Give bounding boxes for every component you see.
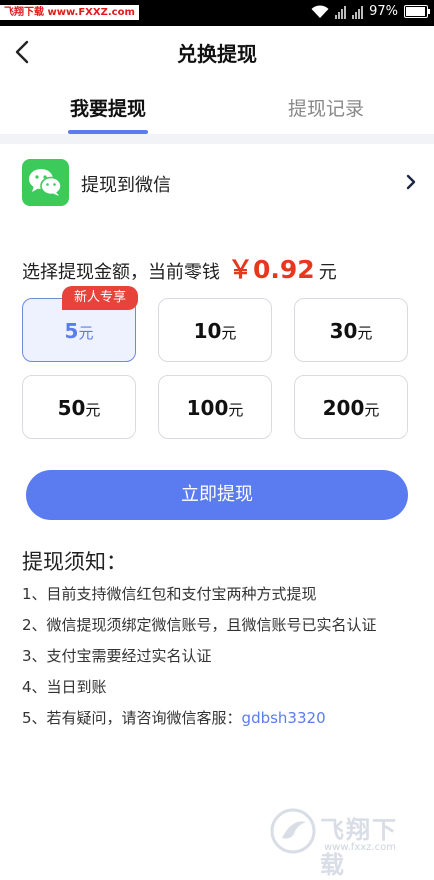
status-icons: 97% [311,4,430,19]
wechat-label: 提现到微信 [81,175,171,196]
amount-option-value: 5 [64,319,79,343]
brand-watermark: 飞翔下载 www.fxxz.com [270,808,420,879]
page-title: 兑换提现 [177,42,257,66]
battery-icon [404,5,430,18]
balance-unit: 元 [318,262,337,283]
section-divider [0,134,434,144]
chevron-right-icon [406,174,416,190]
watermark-label: 飞翔下载 www.FXXZ.com [0,5,139,20]
notice-list: 1、目前支持微信红包和支付宝两种方式提现 2、微信提现须绑定微信账号，且微信账号… [22,582,377,737]
current-balance-line: 选择提现金额，当前零钱 ￥0.92 元 [22,250,337,286]
tab-bar: 我要提现 提现记录 [0,84,434,134]
support-wechat-id: gdbsh3320 [241,709,326,727]
tab-withdraw-history[interactable]: 提现记录 [246,94,406,121]
notice-item-text: 5、若有疑问，请咨询微信客服： [22,709,242,727]
notice-item: 4、当日到账 [22,678,107,696]
amount-option-200[interactable]: 200元 [294,375,408,439]
amount-option-30[interactable]: 30元 [294,298,408,362]
amount-option-100[interactable]: 100元 [158,375,272,439]
amount-option-value: 100 [186,396,229,420]
amount-option-10[interactable]: 10元 [158,298,272,362]
nav-bar: 兑换提现 [0,26,434,78]
amount-option-unit: 元 [221,324,237,342]
amount-option-unit: 元 [78,324,94,342]
balance-value: ￥0.92 [228,255,315,284]
notice-item: 5、若有疑问，请咨询微信客服：gdbsh3320 [22,706,377,737]
status-bar: 飞翔下载 www.FXXZ.com 97% [0,0,434,26]
brand-url: www.fxxz.com [324,842,396,853]
notice-title: 提现须知： [22,550,127,574]
amount-option-unit: 元 [364,401,380,419]
notice-item: 2、微信提现须绑定微信账号，且微信账号已实名认证 [22,616,377,634]
signal-icon [335,5,347,19]
tab-withdraw[interactable]: 我要提现 [28,94,188,121]
amount-option-unit: 元 [357,324,373,342]
amount-option-50[interactable]: 50元 [22,375,136,439]
amount-option-value: 30 [329,319,358,343]
withdraw-now-button[interactable]: 立即提现 [26,470,408,520]
brand-logo-icon [270,808,316,854]
wifi-icon [311,4,329,18]
signal-icon-2 [352,5,364,19]
notice-item: 3、支付宝需要经过实名认证 [22,647,212,665]
amount-prompt: 选择提现金额，当前零钱 [22,262,220,283]
withdraw-to-wechat-row[interactable]: 提现到微信 [0,144,434,222]
new-user-badge: 新人专享 [62,286,138,310]
battery-percent: 97% [369,4,398,19]
amount-option-value: 200 [322,396,365,420]
notice-item: 1、目前支持微信红包和支付宝两种方式提现 [22,585,317,603]
amount-option-unit: 元 [85,401,101,419]
amount-option-value: 10 [193,319,222,343]
amount-option-value: 50 [57,396,86,420]
amount-option-unit: 元 [228,401,244,419]
wechat-icon [22,159,69,206]
